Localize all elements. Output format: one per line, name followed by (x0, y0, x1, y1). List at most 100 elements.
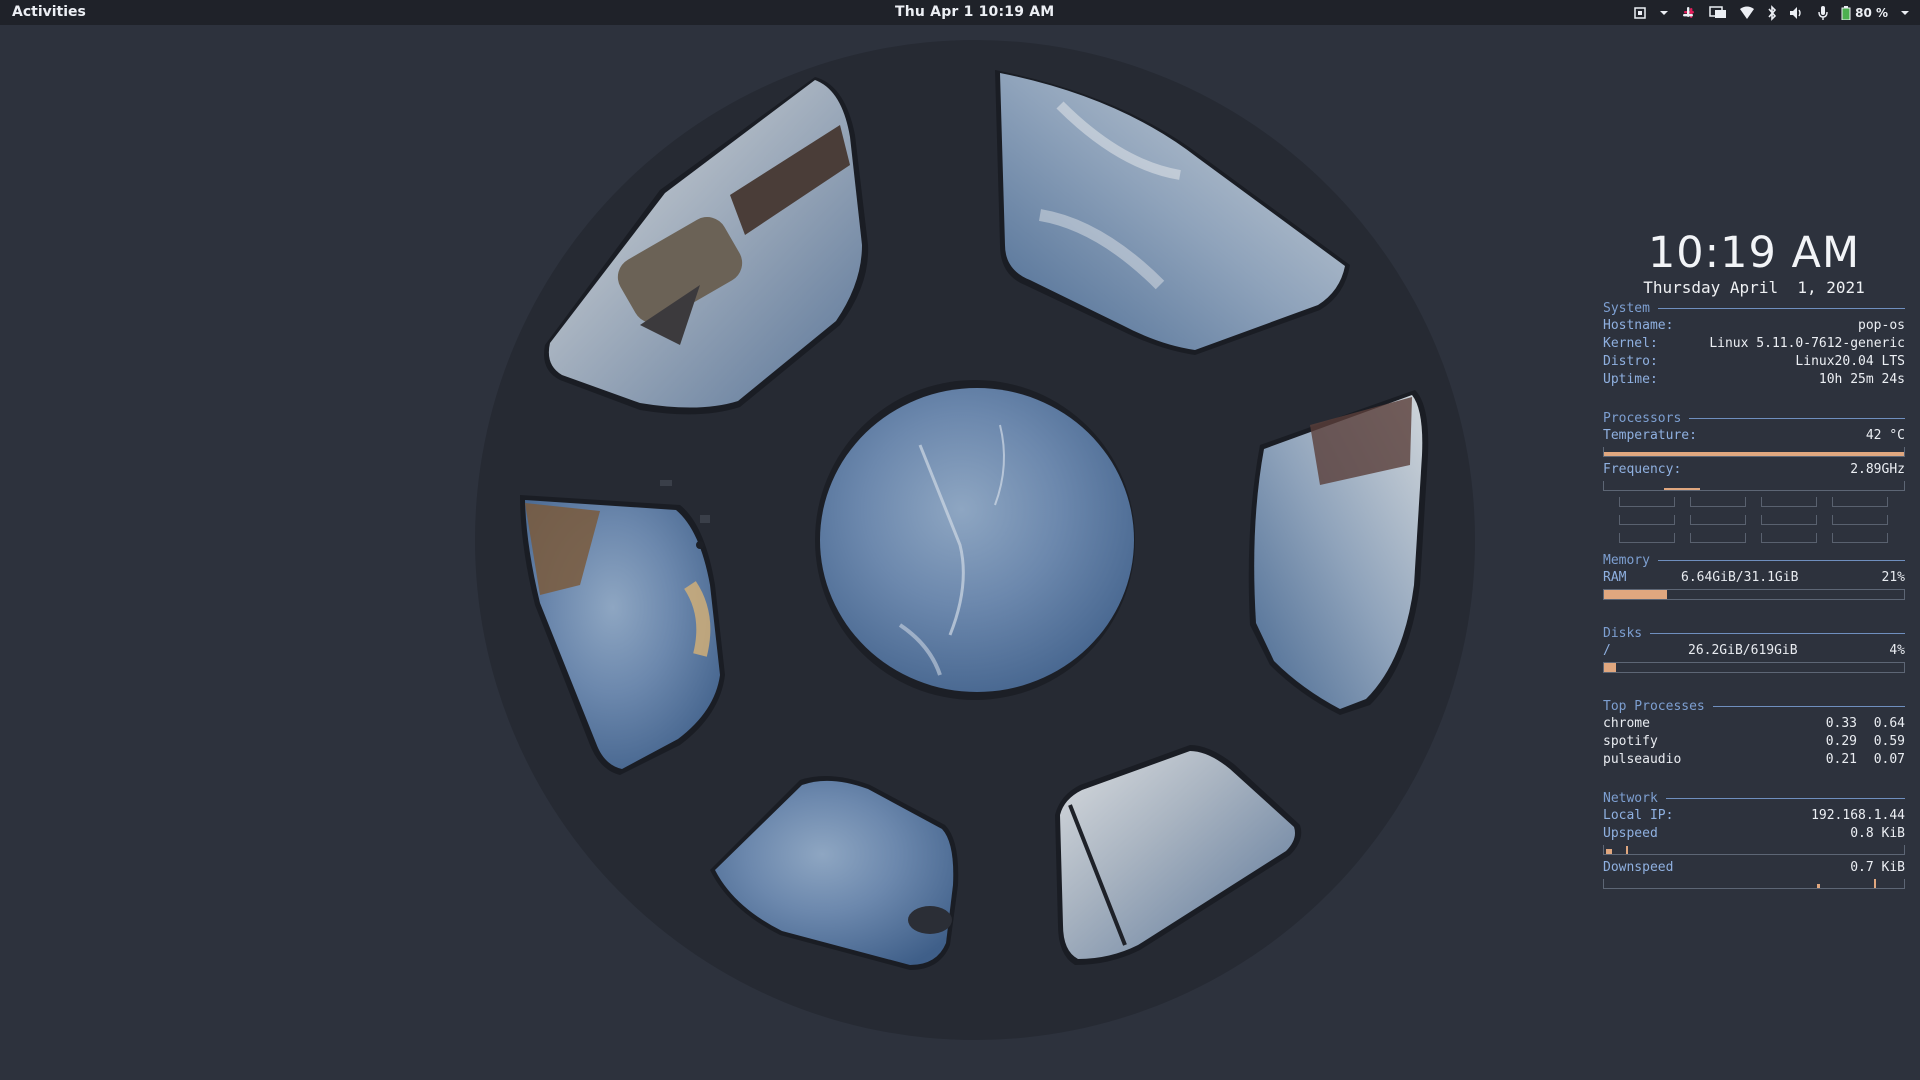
row-key: Hostname: (1603, 318, 1674, 333)
row-key: Temperature: (1603, 428, 1697, 443)
debris (696, 541, 704, 549)
disk-usage-bar (1603, 662, 1905, 673)
downspeed-graph (1603, 879, 1905, 889)
cpu-core-graph (1690, 497, 1746, 507)
row-key: / (1603, 643, 1611, 658)
section-disks: Disks (1603, 624, 1905, 642)
row-value: 192.168.1.44 (1811, 808, 1905, 823)
section-title: Memory (1603, 552, 1650, 568)
battery-icon (1841, 5, 1851, 20)
process-mem: 0.59 (1873, 734, 1905, 749)
row-hostname: Hostname: pop-os (1603, 317, 1905, 335)
row-percent: 4% (1889, 643, 1905, 658)
row-key: Kernel: (1603, 336, 1658, 351)
conky-widget: 10:19 AM Thursday April 1, 2021 System H… (1603, 222, 1905, 893)
process-row: chrome 0.33 0.64 (1603, 715, 1905, 733)
section-title: System (1603, 300, 1650, 316)
conky-time: 10:19 AM (1647, 228, 1861, 278)
row-value: 26.2GiB/619GiB (1688, 643, 1798, 658)
battery-percent: 80 % (1855, 5, 1888, 20)
section-title: Processors (1603, 410, 1682, 426)
section-system: System (1603, 299, 1905, 317)
row-value: Linux20.04 LTS (1795, 354, 1905, 369)
cpu-core-graph (1761, 497, 1817, 507)
microphone-icon[interactable] (1817, 5, 1829, 21)
debris (660, 480, 672, 486)
activities-button[interactable]: Activities (12, 4, 86, 20)
row-local-ip: Local IP: 192.168.1.44 (1603, 807, 1905, 825)
row-key: Local IP: (1603, 808, 1674, 823)
cpu-core-graph (1761, 533, 1817, 543)
section-title: Disks (1603, 625, 1643, 641)
row-value: 10h 25m 24s (1818, 372, 1905, 387)
process-cpu: 0.33 (1825, 716, 1857, 731)
row-uptime: Uptime: 10h 25m 24s (1603, 371, 1905, 389)
row-value: 0.8 KiB (1850, 826, 1905, 841)
process-name: spotify (1603, 734, 1658, 749)
row-key: Frequency: (1603, 462, 1682, 477)
debris (700, 515, 710, 523)
row-percent: 21% (1881, 570, 1905, 585)
row-frequency: Frequency: 2.89GHz (1603, 461, 1905, 479)
display-icon[interactable] (1709, 5, 1727, 20)
process-cpu: 0.21 (1825, 752, 1857, 767)
section-memory: Memory (1603, 551, 1905, 569)
process-cpu: 0.29 (1825, 734, 1857, 749)
section-processors: Processors (1603, 409, 1905, 427)
section-top-processes: Top Processes (1603, 697, 1905, 715)
row-value: Linux 5.11.0-7612-generic (1709, 336, 1905, 351)
disk-usage-fill (1604, 663, 1616, 672)
cpu-core-graph (1619, 497, 1675, 507)
chevron-down-icon[interactable] (1659, 8, 1669, 18)
cpu-core-graph (1761, 515, 1817, 525)
row-temperature: Temperature: 42 °C (1603, 427, 1905, 445)
process-name: pulseaudio (1603, 752, 1682, 767)
system-tray: 80 % (1633, 0, 1910, 25)
frequency-graph (1603, 481, 1905, 491)
cpu-core-graph (1690, 515, 1746, 525)
process-row: spotify 0.29 0.59 (1603, 733, 1905, 751)
upspeed-graph (1603, 845, 1905, 855)
row-downspeed: Downspeed 0.7 KiB (1603, 859, 1905, 877)
ram-usage-fill (1604, 590, 1667, 599)
cpu-core-graphs (1619, 497, 1905, 543)
row-value: 2.89GHz (1850, 462, 1905, 477)
row-ram: RAM 6.64GiB/31.1GiB 21% (1603, 569, 1905, 587)
row-value: 42 °C (1865, 428, 1905, 443)
cpu-core-graph (1619, 533, 1675, 543)
row-distro: Distro: Linux20.04 LTS (1603, 353, 1905, 371)
row-key: Distro: (1603, 354, 1658, 369)
section-title: Network (1603, 790, 1658, 806)
row-value: 0.7 KiB (1850, 860, 1905, 875)
row-value: 6.64GiB/31.1GiB (1681, 570, 1799, 585)
cpu-core-graph (1619, 515, 1675, 525)
battery-indicator[interactable]: 80 % (1841, 5, 1888, 20)
volume-icon[interactable] (1789, 6, 1805, 20)
conky-date: Thursday April 1, 2021 (1643, 278, 1865, 297)
wifi-icon[interactable] (1739, 6, 1755, 20)
center-window (815, 380, 1135, 700)
ram-usage-bar (1603, 589, 1905, 600)
row-disk-root: / 26.2GiB/619GiB 4% (1603, 642, 1905, 660)
bluetooth-icon[interactable] (1767, 4, 1777, 21)
top-bar: Activities Thu Apr 1 10:19 AM 80 % (0, 0, 1920, 25)
slack-icon[interactable] (1681, 5, 1697, 21)
row-value: pop-os (1858, 318, 1905, 333)
process-mem: 0.64 (1873, 716, 1905, 731)
row-upspeed: Upspeed 0.8 KiB (1603, 825, 1905, 843)
topbar-clock[interactable]: Thu Apr 1 10:19 AM (895, 4, 1054, 20)
section-network: Network (1603, 789, 1905, 807)
row-key: Upspeed (1603, 826, 1658, 841)
row-key: RAM (1603, 570, 1627, 585)
process-name: chrome (1603, 716, 1650, 731)
process-row: pulseaudio 0.21 0.07 (1603, 751, 1905, 769)
row-key: Uptime: (1603, 372, 1658, 387)
row-kernel: Kernel: Linux 5.11.0-7612-generic (1603, 335, 1905, 353)
section-title: Top Processes (1603, 698, 1705, 714)
cpu-core-graph (1832, 515, 1888, 525)
screen-icon[interactable] (1633, 6, 1647, 20)
cpu-core-graph (1690, 533, 1746, 543)
chevron-down-icon[interactable] (1900, 8, 1910, 18)
temperature-graph (1603, 447, 1905, 457)
cpu-core-graph (1832, 497, 1888, 507)
